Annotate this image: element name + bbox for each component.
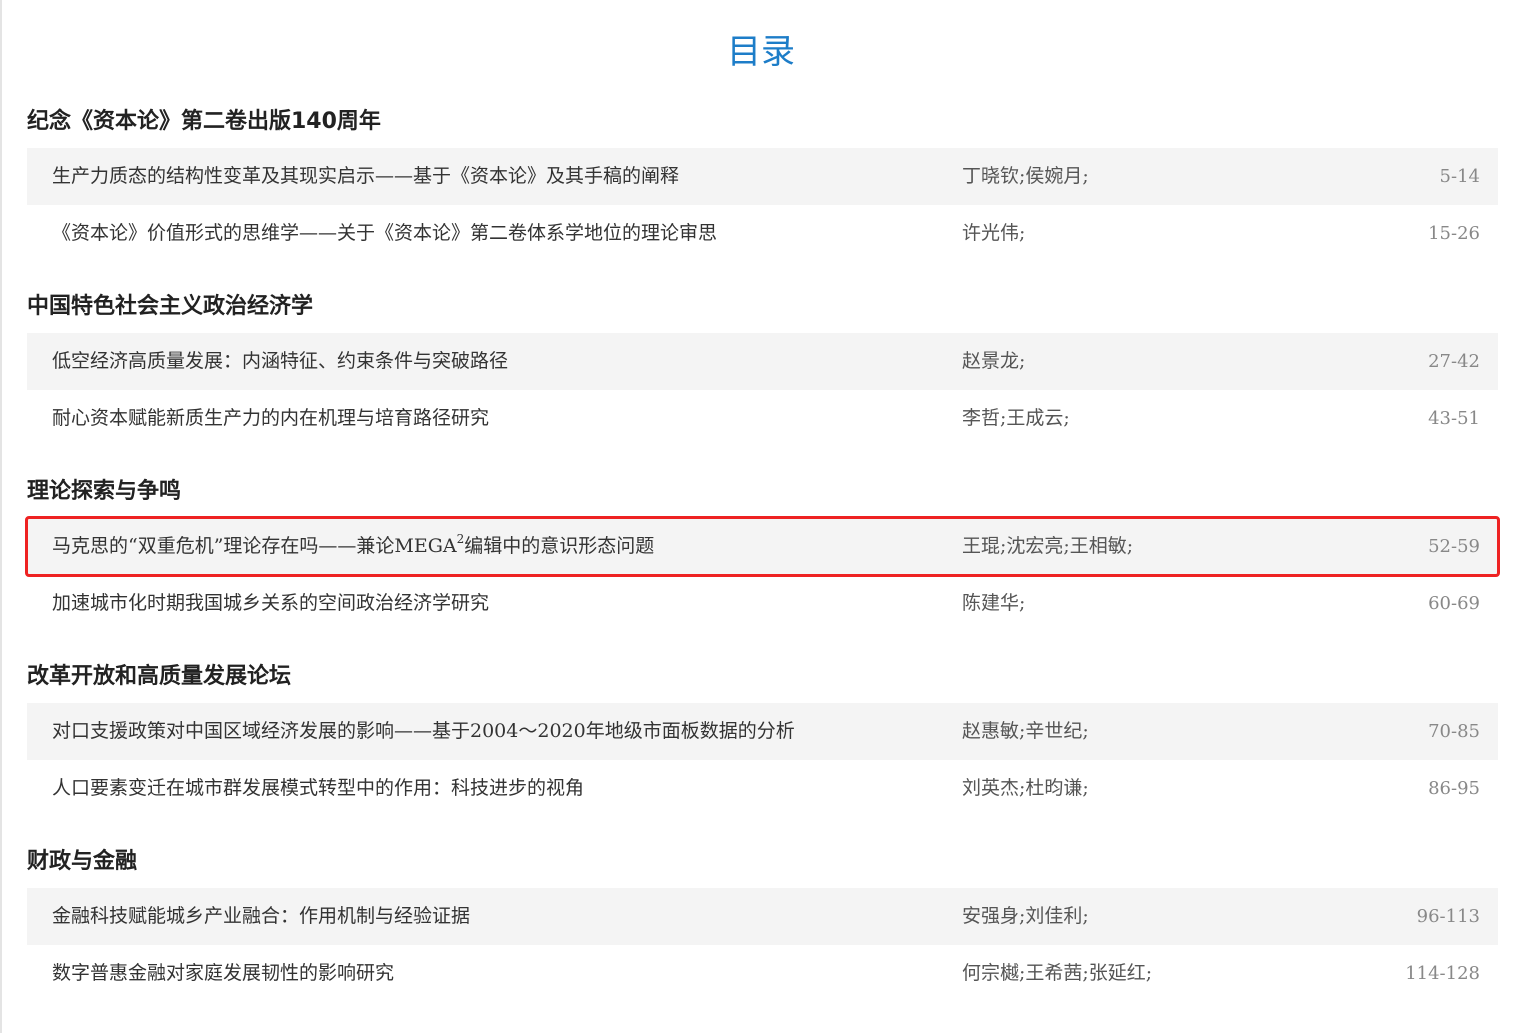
article-pages: 96-113 (1416, 906, 1480, 927)
article-authors: 赵惠敏;辛世纪; (962, 720, 1089, 742)
article-authors: 何宗樾;王希茜;张延红; (962, 962, 1153, 984)
article-authors: 许光伟; (962, 222, 1026, 244)
toc-section: 理论探索与争鸣 马克思的“双重危机”理论存在吗——兼论MEGA2编辑中的意识形态… (25, 466, 1500, 632)
article-authors: 赵景龙; (962, 350, 1026, 372)
left-border-line (0, 0, 2, 1033)
article-row: 数字普惠金融对家庭发展韧性的影响研究 何宗樾;王希茜;张延红; 114-128 (27, 945, 1498, 1002)
page-title: 目录 (727, 32, 795, 72)
article-authors: 刘英杰;杜昀谦; (962, 777, 1089, 799)
article-authors: 陈建华; (962, 592, 1026, 614)
article-row: 生产力质态的结构性变革及其现实启示——基于《资本论》及其手稿的阐释 丁晓钦;侯婉… (27, 148, 1498, 205)
article-pages: 114-128 (1405, 963, 1480, 984)
toc-section: 中国特色社会主义政治经济学 低空经济高质量发展：内涵特征、约束条件与突破路径 赵… (27, 281, 1498, 447)
article-title-link[interactable]: 数字普惠金融对家庭发展韧性的影响研究 (52, 945, 394, 1002)
article-title-link[interactable]: 耐心资本赋能新质生产力的内在机理与培育路径研究 (52, 390, 489, 447)
article-authors: 安强身;刘佳利; (962, 905, 1089, 927)
toc-section: 纪念《资本论》第二卷出版140周年 生产力质态的结构性变革及其现实启示——基于《… (27, 96, 1498, 262)
article-title-rest: 编辑中的意识形态问题 (464, 535, 655, 557)
toc-section: 财政与金融 金融科技赋能城乡产业融合：作用机制与经验证据 安强身;刘佳利; 96… (27, 836, 1498, 1002)
section-title: 中国特色社会主义政治经济学 (27, 294, 314, 319)
article-pages: 60-69 (1428, 593, 1480, 614)
article-row: 加速城市化时期我国城乡关系的空间政治经济学研究 陈建华; 60-69 (27, 575, 1498, 632)
section-title: 纪念《资本论》第二卷出版140周年 (27, 109, 381, 134)
table-of-contents: 纪念《资本论》第二卷出版140周年 生产力质态的结构性变革及其现实启示——基于《… (25, 96, 1500, 1002)
article-title-link[interactable]: 马克思的“双重危机”理论存在吗——兼论MEGA2编辑中的意识形态问题 (52, 518, 654, 575)
article-title-main: 马克思的“双重危机”理论存在吗——兼论MEGA (52, 535, 457, 557)
article-authors: 王琨;沈宏亮;王相敏; (962, 535, 1134, 557)
article-title-link[interactable]: 金融科技赋能城乡产业融合：作用机制与经验证据 (52, 888, 470, 945)
article-pages: 86-95 (1428, 778, 1480, 799)
article-row: 耐心资本赋能新质生产力的内在机理与培育路径研究 李哲;王成云; 43-51 (27, 390, 1498, 447)
article-row: 对口支援政策对中国区域经济发展的影响——基于2004～2020年地级市面板数据的… (27, 703, 1498, 760)
article-title-link[interactable]: 人口要素变迁在城市群发展模式转型中的作用：科技进步的视角 (52, 760, 584, 817)
article-authors: 丁晓钦;侯婉月; (962, 165, 1089, 187)
section-title: 改革开放和高质量发展论坛 (27, 664, 292, 689)
article-pages: 70-85 (1428, 721, 1480, 742)
article-row-highlighted: 马克思的“双重危机”理论存在吗——兼论MEGA2编辑中的意识形态问题 王琨;沈宏… (25, 516, 1500, 577)
article-row: 低空经济高质量发展：内涵特征、约束条件与突破路径 赵景龙; 27-42 (27, 333, 1498, 390)
article-pages: 52-59 (1428, 536, 1480, 557)
section-title: 理论探索与争鸣 (27, 479, 182, 504)
article-pages: 15-26 (1428, 223, 1480, 244)
article-pages: 5-14 (1439, 166, 1480, 187)
article-title-superscript: 2 (456, 531, 465, 546)
article-pages: 27-42 (1428, 351, 1480, 372)
article-row: 金融科技赋能城乡产业融合：作用机制与经验证据 安强身;刘佳利; 96-113 (27, 888, 1498, 945)
article-row: 《资本论》价值形式的思维学——关于《资本论》第二卷体系学地位的理论审思 许光伟;… (27, 205, 1498, 262)
article-title-link[interactable]: 低空经济高质量发展：内涵特征、约束条件与突破路径 (52, 333, 508, 390)
article-pages: 43-51 (1428, 408, 1480, 429)
toc-section: 改革开放和高质量发展论坛 对口支援政策对中国区域经济发展的影响——基于2004～… (27, 651, 1498, 817)
article-title-link[interactable]: 生产力质态的结构性变革及其现实启示——基于《资本论》及其手稿的阐释 (52, 148, 679, 205)
article-title-link[interactable]: 加速城市化时期我国城乡关系的空间政治经济学研究 (52, 575, 489, 632)
section-title: 财政与金融 (27, 849, 138, 874)
article-row: 人口要素变迁在城市群发展模式转型中的作用：科技进步的视角 刘英杰;杜昀谦; 86… (27, 760, 1498, 817)
article-title-link[interactable]: 对口支援政策对中国区域经济发展的影响——基于2004～2020年地级市面板数据的… (52, 703, 795, 760)
article-title-link[interactable]: 《资本论》价值形式的思维学——关于《资本论》第二卷体系学地位的理论审思 (52, 205, 717, 262)
article-authors: 李哲;王成云; (962, 407, 1070, 429)
